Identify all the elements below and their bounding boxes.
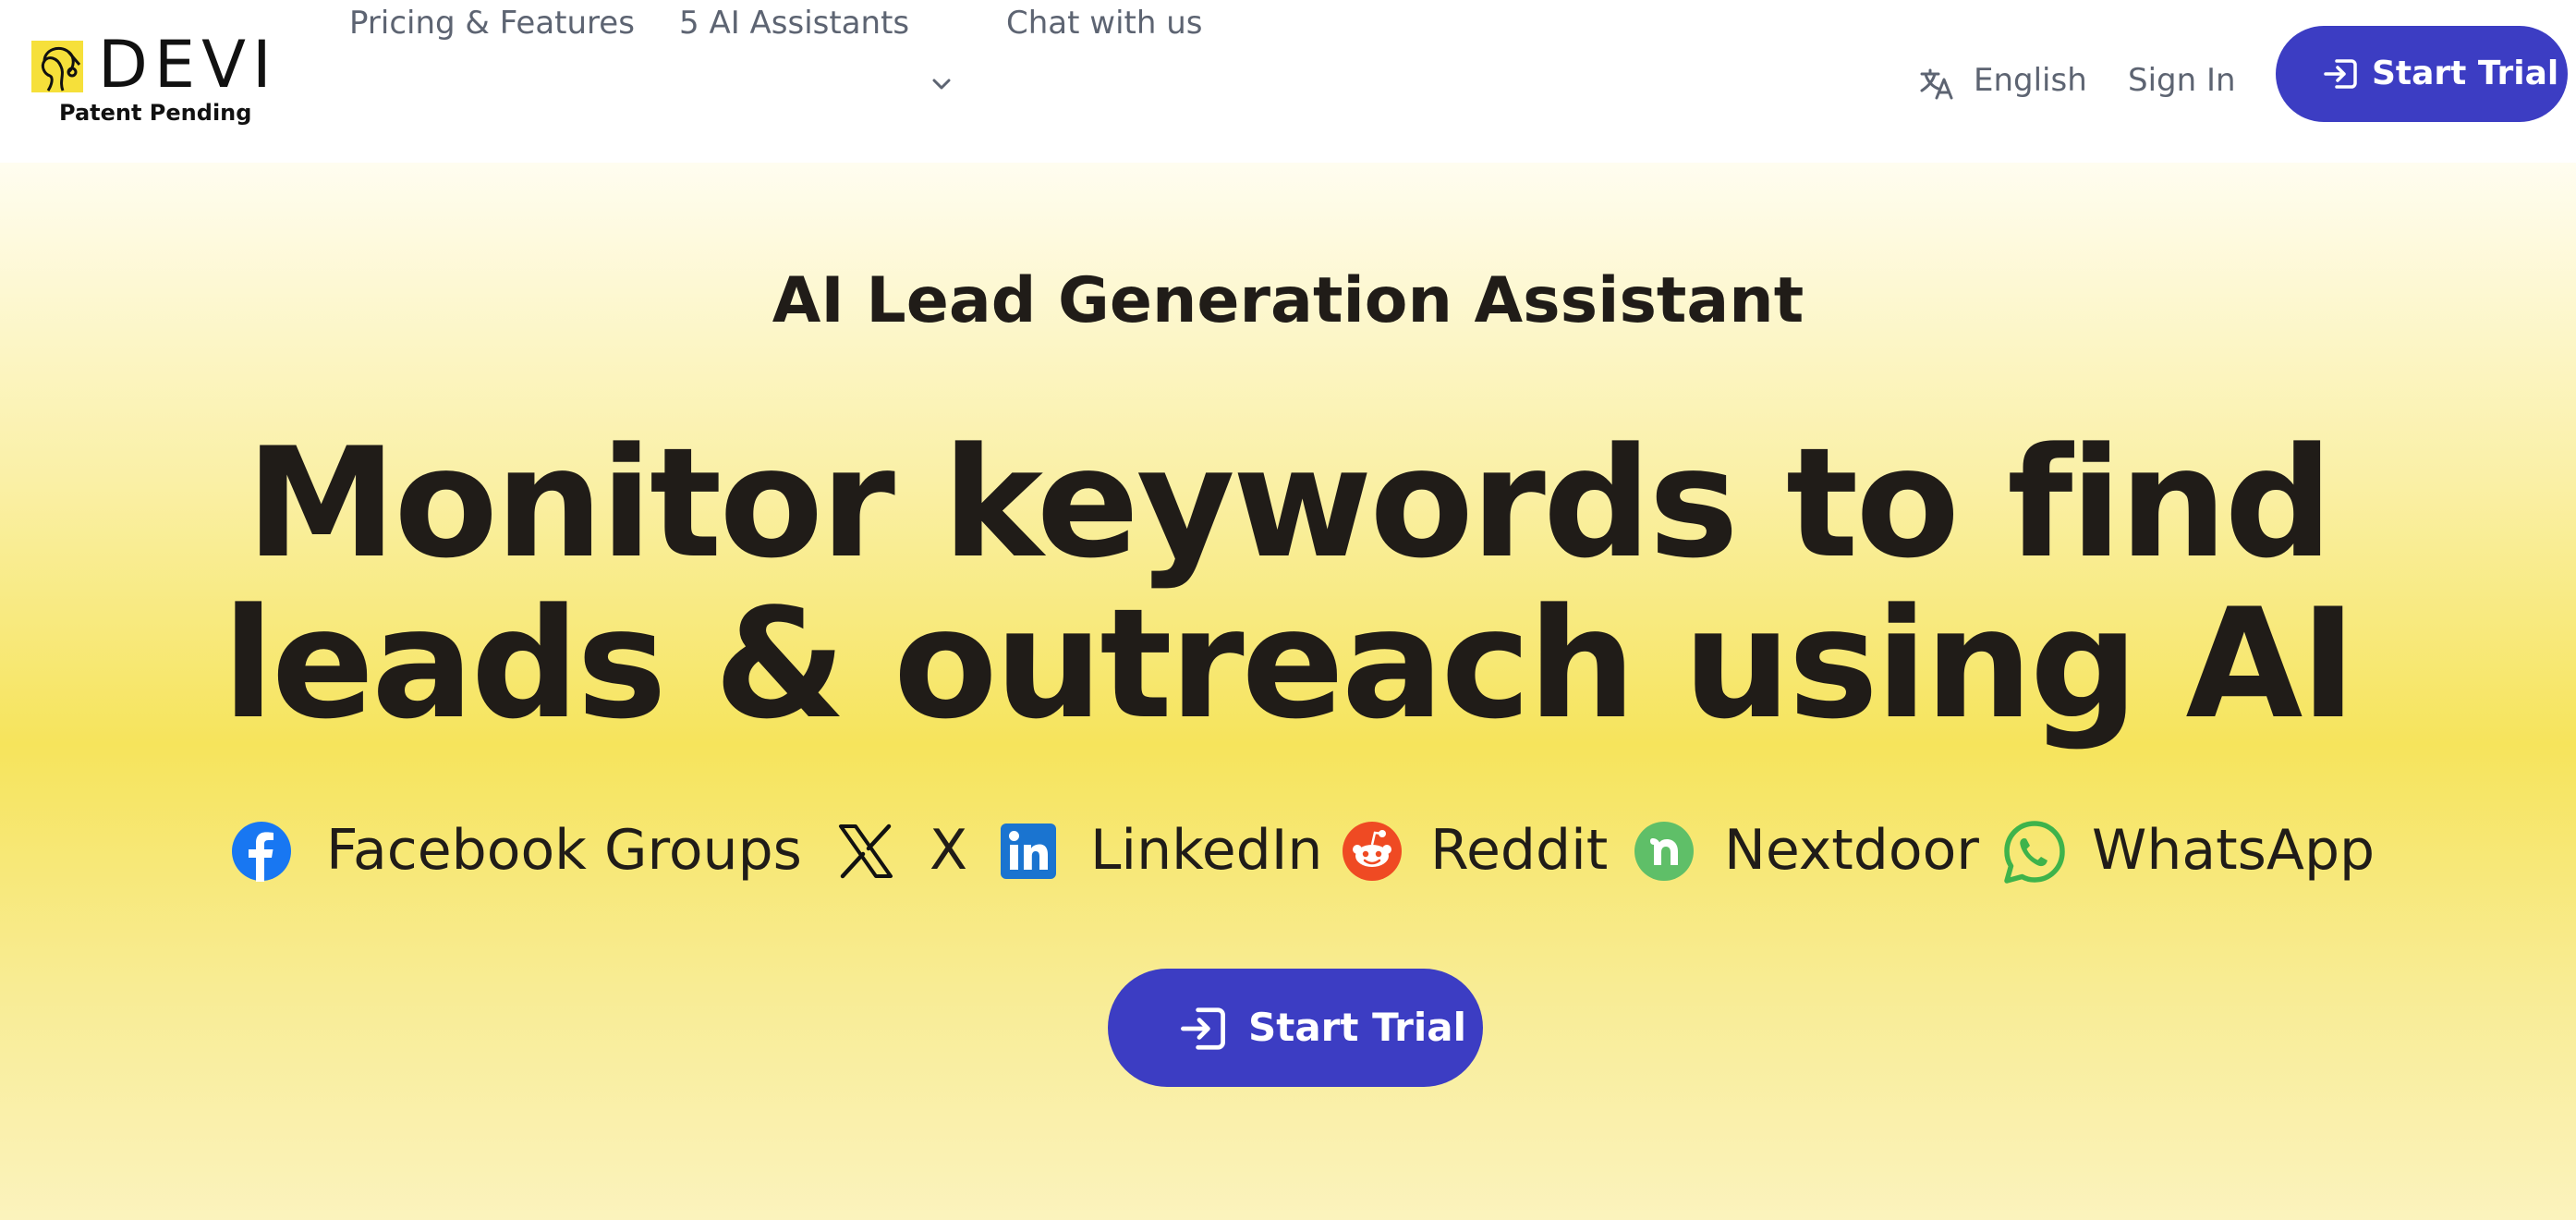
- nav-chat-link[interactable]: Chat with us: [1006, 0, 1202, 46]
- platform-label-nextdoor: Nextdoor: [1724, 818, 1979, 883]
- hero-headline-line-1: Monitor keywords to find: [246, 415, 2333, 592]
- whatsapp-icon: [2004, 821, 2065, 884]
- platform-label-facebook: Facebook Groups: [326, 818, 802, 883]
- header-start-trial-button[interactable]: Start Trial: [2276, 26, 2568, 122]
- sign-in-arrow-icon: [2324, 59, 2357, 89]
- hero-section: AI Lead Generation Assistant Monitor key…: [0, 163, 2576, 1220]
- nextdoor-icon: [1634, 822, 1694, 881]
- platform-list: Facebook Groups X LinkedIn Reddit Nextdo…: [0, 815, 2576, 889]
- platform-label-linkedin: LinkedIn: [1090, 818, 1323, 883]
- hero-headline: Monitor keywords to find leads & outreac…: [0, 423, 2576, 745]
- chevron-down-icon[interactable]: [928, 70, 955, 98]
- language-label: English: [1974, 62, 2087, 99]
- header-start-trial-label: Start Trial: [2372, 55, 2559, 92]
- brand-logo[interactable]: DEVI Patent Pending: [31, 28, 272, 135]
- logo-face-icon: [31, 41, 83, 92]
- reddit-icon: [1343, 822, 1402, 881]
- platform-label-reddit: Reddit: [1430, 818, 1609, 883]
- nav-pricing-link[interactable]: Pricing & Features: [349, 0, 635, 46]
- nav-assistants-dropdown[interactable]: 5 AI Assistants: [679, 0, 909, 46]
- linkedin-icon: [1001, 824, 1056, 879]
- brand-name: DEVI: [98, 27, 278, 103]
- hero-eyebrow: AI Lead Generation Assistant: [772, 264, 1804, 337]
- facebook-icon: [232, 822, 291, 882]
- site-header: DEVI Patent Pending Pricing & Features 5…: [0, 0, 2576, 163]
- hero-start-trial-label: Start Trial: [1248, 1005, 1466, 1050]
- brand-tagline: Patent Pending: [59, 100, 252, 126]
- translate-icon: [1920, 68, 1953, 100]
- platform-label-whatsapp: WhatsApp: [2092, 818, 2376, 883]
- sign-in-arrow-icon: [1181, 1007, 1225, 1050]
- x-icon: [839, 824, 893, 879]
- hero-start-trial-button[interactable]: Start Trial: [1108, 969, 1483, 1087]
- hero-headline-line-2: leads & outreach using AI: [222, 576, 2357, 752]
- sign-in-link[interactable]: Sign In: [2128, 57, 2236, 104]
- platform-label-x: X: [930, 818, 968, 883]
